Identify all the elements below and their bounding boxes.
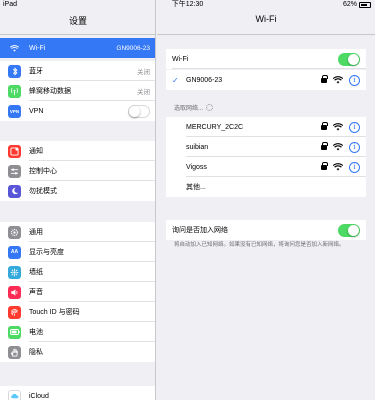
wifi-toggle[interactable] [338, 52, 360, 66]
sidebar-item-label: 电池 [29, 329, 43, 336]
lock-icon [321, 75, 328, 83]
other-network-label: 其他... [186, 184, 206, 191]
info-icon[interactable]: i [349, 161, 360, 173]
header-divider [157, 34, 375, 35]
sidebar-item-label: Wi-Fi [29, 44, 46, 52]
sidebar-item-notifications[interactable]: 通知 [0, 141, 155, 161]
sidebar-item-general[interactable]: 通用 [0, 222, 155, 242]
info-icon[interactable]: i [349, 141, 360, 153]
network-name: Vigoss [186, 163, 207, 171]
other-network-row[interactable]: 其他... [166, 177, 366, 197]
wifi-icon [8, 41, 21, 55]
choose-network-label: 选取网络... [174, 106, 204, 112]
sidebar-item-bluetooth[interactable]: 蓝牙 关闭 [0, 61, 155, 81]
sidebar-item-value: 关闭 [137, 69, 150, 76]
wifi-label: Wi-Fi [172, 55, 189, 63]
status-time: 下午12:30 [171, 1, 204, 8]
sidebar-item-label: 勿扰模式 [29, 188, 57, 195]
notification-icon [8, 144, 21, 158]
sidebar-item-battery[interactable]: 电池 [0, 322, 155, 342]
wifi-signal-icon [333, 143, 343, 151]
sidebar-item-wallpaper[interactable]: 墙纸 [0, 262, 155, 282]
battery-icon [8, 325, 21, 339]
ask-to-join-toggle[interactable] [338, 223, 360, 237]
page-title: Wi-Fi [255, 14, 277, 24]
lock-icon [321, 162, 328, 170]
wifi-signal-icon [333, 123, 343, 131]
network-row[interactable]: suibian i [166, 137, 366, 157]
display-icon: AA [8, 245, 21, 259]
moon-icon [8, 184, 21, 198]
sidebar-title: 设置 [68, 16, 87, 26]
hand-icon [8, 345, 21, 359]
bluetooth-icon [8, 64, 21, 78]
battery-status-icon [359, 2, 371, 8]
sidebar-item-wifi[interactable]: Wi-Fi GN9006-23 [0, 38, 155, 58]
checkmark-icon: ✓ [172, 75, 179, 85]
status-right: 62% [343, 0, 371, 10]
wifi-signal-icon [333, 76, 343, 84]
status-bar: iPad 下午12:30 62% [0, 0, 375, 10]
cloud-icon [8, 389, 21, 400]
sidebar-item-icloud[interactable]: iCloud [0, 386, 155, 400]
speaker-icon [8, 285, 21, 299]
sidebar-item-label: 显示与亮度 [29, 249, 64, 256]
network-row[interactable]: MERCURY_2C2C i [166, 117, 366, 137]
sidebar-item-label: 声音 [29, 289, 43, 296]
lock-icon [321, 142, 328, 150]
ask-to-join-footnote: 将自动加入已知网络。如果没有已知网络，将询问您是否加入新网络。 [174, 242, 345, 248]
network-name: GN9006-23 [186, 76, 223, 84]
antenna-icon [8, 84, 21, 98]
sidebar-item-value: GN9006-23 [116, 44, 150, 52]
vpn-icon: VPN [8, 104, 21, 118]
sidebar-item-label: 控制中心 [29, 168, 57, 175]
choose-network-header: 选取网络... [174, 103, 214, 112]
fingerprint-icon [8, 305, 21, 319]
sidebar-item-label: 通知 [29, 148, 43, 155]
ask-to-join-label: 询问是否加入网络 [172, 227, 228, 234]
network-name: suibian [186, 143, 209, 151]
sidebar-item-label: iCloud [29, 392, 49, 400]
network-row[interactable]: Vigoss i [166, 157, 366, 177]
vpn-toggle[interactable] [128, 104, 150, 118]
info-icon[interactable]: i [349, 121, 360, 133]
sidebar-item-touch-id[interactable]: Touch ID 与密码 [0, 302, 155, 322]
ask-to-join-row: 询问是否加入网络 [166, 220, 366, 240]
loading-spinner-icon [206, 104, 214, 111]
connected-network-row[interactable]: ✓ GN9006-23 i [166, 70, 366, 90]
sidebar-item-label: 墙纸 [29, 269, 43, 276]
gear-icon [8, 225, 21, 239]
sidebar-item-label: 蓝牙 [29, 68, 43, 75]
network-name: MERCURY_2C2C [186, 123, 244, 131]
wifi-signal-icon [333, 163, 343, 171]
sidebar-item-label: 蜂窝移动数据 [29, 88, 71, 95]
sidebar-item-label: 隐私 [29, 349, 43, 356]
wifi-detail-pane: Wi-Fi Wi-Fi ✓ GN9006-23 i 选取网络... MERCUR… [157, 0, 375, 400]
sidebar-item-do-not-disturb[interactable]: 勿扰模式 [0, 181, 155, 201]
wifi-toggle-row: Wi-Fi [166, 49, 366, 69]
sidebar-item-value: 关闭 [137, 89, 150, 96]
battery-percent: 62% [342, 1, 357, 8]
sidebar-item-label: 通用 [29, 229, 43, 236]
sidebar-item-privacy[interactable]: 隐私 [0, 342, 155, 362]
control-center-icon [8, 164, 21, 178]
sidebar-item-cellular[interactable]: 蜂窝移动数据 关闭 [0, 81, 155, 101]
wallpaper-icon [8, 265, 21, 279]
sidebar-item-label: VPN [29, 107, 44, 115]
sidebar-item-display[interactable]: AA 显示与亮度 [0, 242, 155, 262]
lock-icon [321, 122, 328, 130]
sidebar-item-label: Touch ID 与密码 [29, 309, 80, 316]
sidebar-item-vpn[interactable]: VPN VPN [0, 101, 155, 121]
sidebar-header-divider [0, 34, 155, 35]
sidebar-item-control-center[interactable]: 控制中心 [0, 161, 155, 181]
info-icon[interactable]: i [349, 74, 360, 86]
sidebar-item-sounds[interactable]: 声音 [0, 282, 155, 302]
settings-sidebar: 设置 Wi-Fi GN9006-23 蓝牙 关闭 蜂窝移动数据 关闭 VPN V… [0, 0, 156, 400]
